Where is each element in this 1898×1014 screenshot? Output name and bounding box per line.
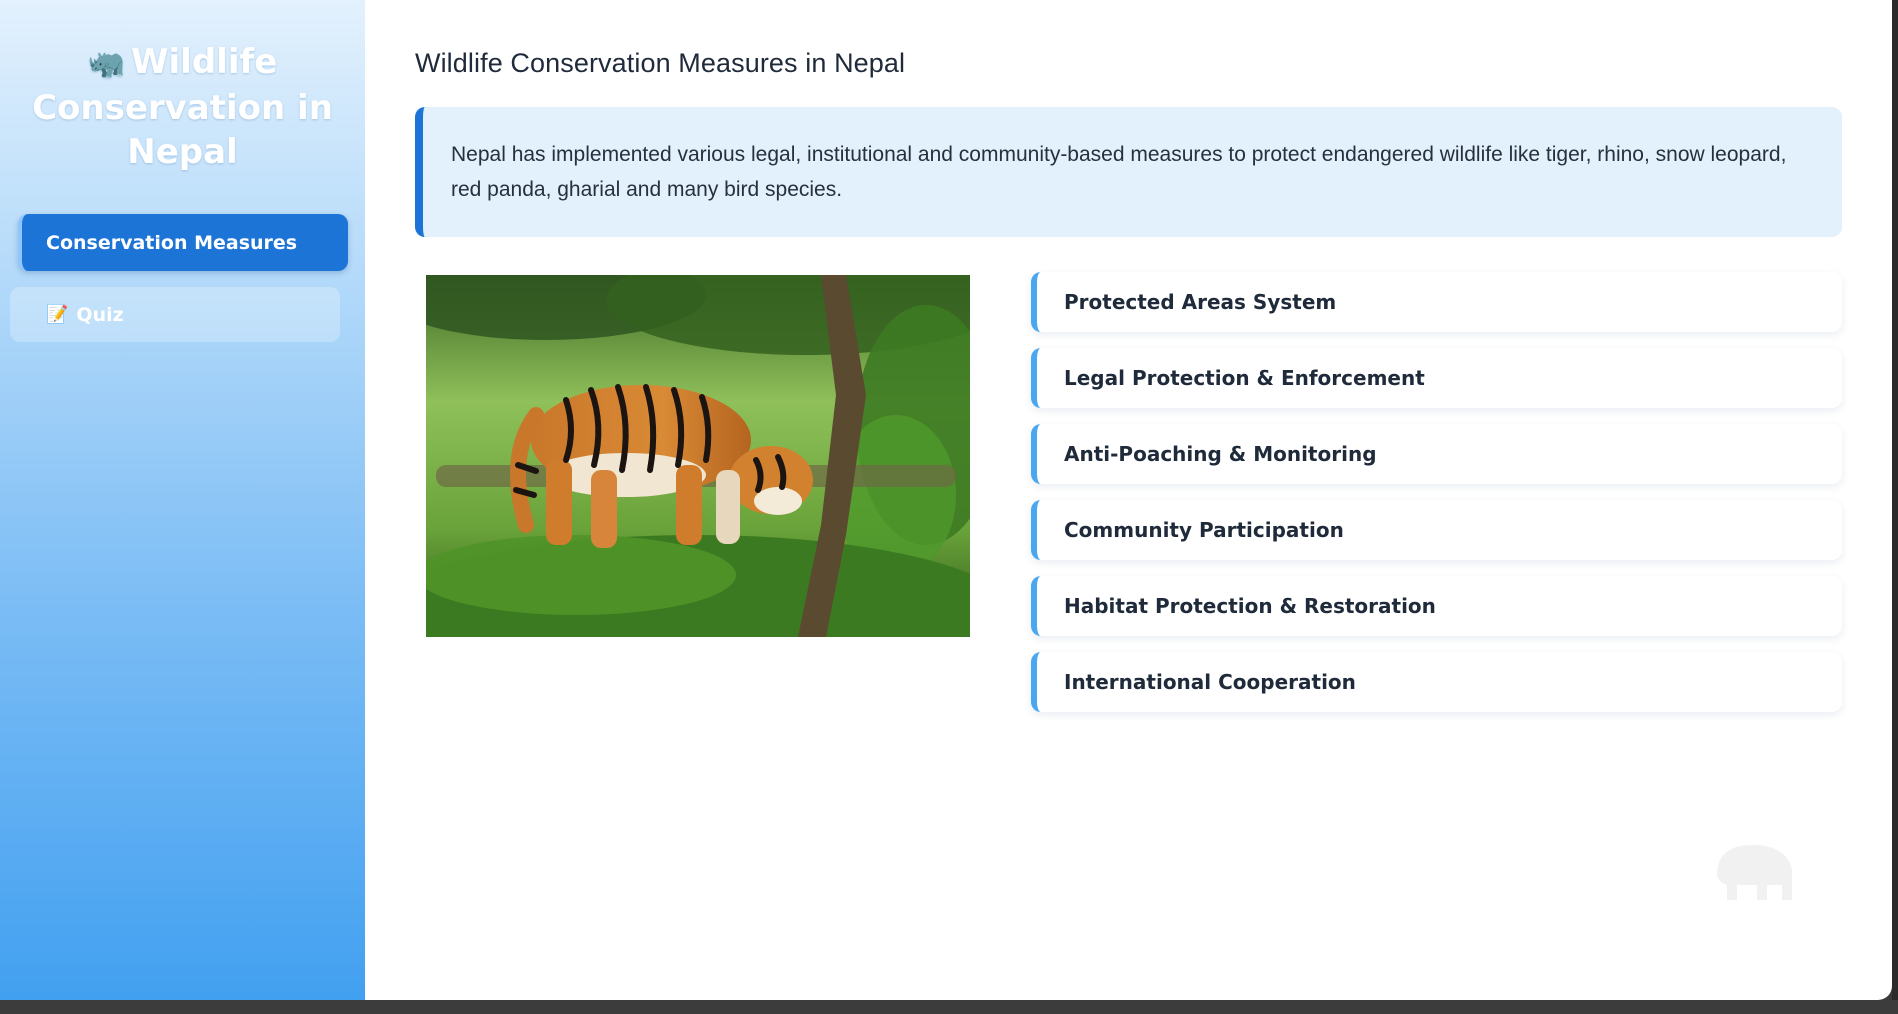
- elephant-watermark-icon: [1717, 845, 1792, 900]
- brand-title-block: 🦏 Wildlife Conservation in Nepal: [0, 40, 365, 174]
- measure-legal-protection[interactable]: Legal Protection & Enforcement: [1031, 348, 1842, 408]
- measure-anti-poaching[interactable]: Anti-Poaching & Monitoring: [1031, 424, 1842, 484]
- pencil-icon: 📝: [46, 304, 69, 325]
- sidebar-nav: Conservation Measures 📝 Quiz: [0, 214, 365, 342]
- measures-list: Protected Areas System Legal Protection …: [1031, 272, 1842, 712]
- sidebar-item-conservation-measures[interactable]: Conservation Measures: [18, 214, 348, 271]
- tiger-photo: [426, 275, 970, 637]
- sidebar-item-quiz[interactable]: 📝 Quiz: [10, 287, 340, 342]
- measure-habitat-protection[interactable]: Habitat Protection & Restoration: [1031, 576, 1842, 636]
- app-window: 🦏 Wildlife Conservation in Nepal Conserva…: [0, 0, 1892, 1000]
- measure-protected-areas[interactable]: Protected Areas System: [1031, 272, 1842, 332]
- measure-community-participation[interactable]: Community Participation: [1031, 500, 1842, 560]
- window-edge-right: [1892, 0, 1898, 1014]
- page-title: Wildlife Conservation Measures in Nepal: [415, 48, 906, 78]
- sidebar-item-label: Quiz: [76, 303, 124, 326]
- content-row: Protected Areas System Legal Protection …: [415, 272, 1842, 712]
- intro-text: Nepal has implemented various legal, ins…: [451, 143, 1787, 201]
- rhino-icon: 🦏: [87, 46, 126, 81]
- brand-title: Wildlife Conservation in Nepal: [32, 42, 333, 172]
- window-edge-bottom: [0, 1000, 1898, 1014]
- sidebar: 🦏 Wildlife Conservation in Nepal Conserva…: [0, 0, 365, 1000]
- tiger-illustration: [426, 275, 970, 637]
- sidebar-item-label: Conservation Measures: [46, 231, 298, 254]
- measure-international-cooperation[interactable]: International Cooperation: [1031, 652, 1842, 712]
- intro-callout: Nepal has implemented various legal, ins…: [415, 107, 1842, 237]
- main-content: Wildlife Conservation Measures in Nepal …: [365, 0, 1892, 1000]
